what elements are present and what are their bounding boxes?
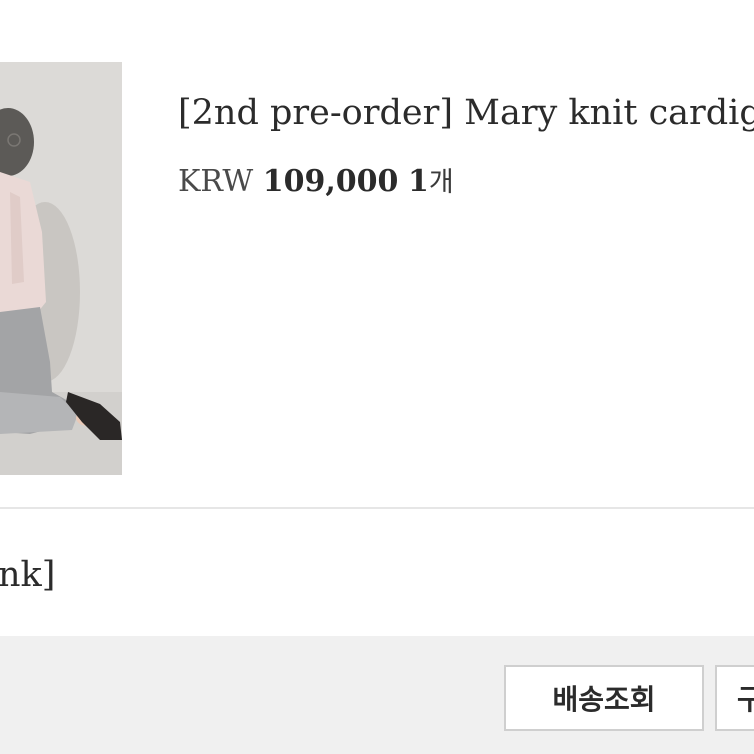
track-shipping-button[interactable]: 배송조회	[504, 665, 704, 731]
currency-label: KRW	[178, 164, 254, 199]
section-divider	[0, 507, 754, 509]
quantity-value: 1	[407, 164, 429, 199]
price-quantity: KRW 109,000 1개	[178, 160, 454, 205]
price-amount: 109,000	[262, 164, 399, 199]
order-action-button[interactable]: 구	[715, 665, 754, 731]
quantity-unit: 개	[428, 167, 454, 198]
product-option: nk]	[0, 555, 56, 595]
product-title[interactable]: [2nd pre-order] Mary knit cardiga	[178, 88, 754, 138]
product-photo-illustration	[0, 62, 122, 475]
order-item-card: [2nd pre-order] Mary knit cardiga KRW 10…	[0, 0, 754, 754]
product-image[interactable]	[0, 62, 122, 475]
